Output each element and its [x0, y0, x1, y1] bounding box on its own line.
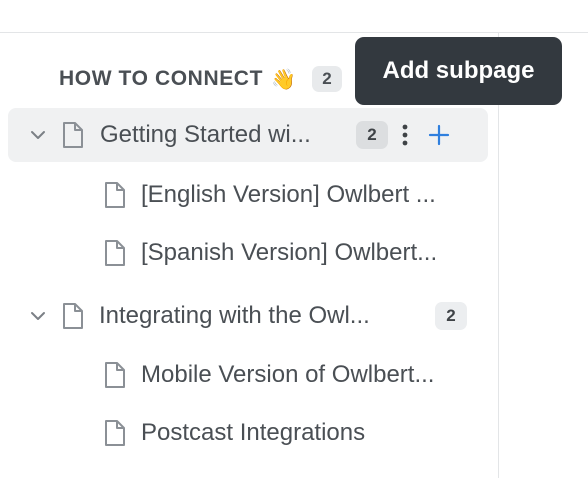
section-title: HOW TO CONNECT	[59, 67, 264, 90]
add-subpage-tooltip: Add subpage	[355, 37, 562, 105]
chevron-down-icon[interactable]	[28, 125, 48, 145]
page-icon	[102, 360, 128, 390]
page-icon	[102, 180, 128, 210]
nav-subitem-mobile[interactable]: Mobile Version of Owlbert...	[8, 348, 488, 402]
plus-icon	[428, 124, 450, 146]
nav-subitem-postcast[interactable]: Postcast Integrations	[8, 406, 488, 460]
page-icon	[60, 301, 86, 331]
nav-subitem-english[interactable]: [English Version] Owlbert ...	[8, 168, 488, 222]
nav-subitem-label: Postcast Integrations	[141, 419, 366, 446]
nav-subitem-label: [English Version] Owlbert ...	[141, 181, 436, 208]
nav-item-label: Integrating with the Owl...	[99, 302, 370, 329]
tooltip-text: Add subpage	[382, 57, 535, 84]
nav-item-count-badge: 2	[356, 121, 388, 149]
section-emoji: 👋	[271, 68, 296, 91]
nav-item-label: Getting Started wi...	[100, 121, 311, 148]
more-vertical-icon[interactable]	[398, 120, 412, 150]
page-icon	[102, 238, 128, 268]
nav-item-getting-started[interactable]: Getting Started wi... 2	[8, 108, 488, 162]
chevron-down-icon[interactable]	[28, 306, 48, 326]
page-icon	[102, 418, 128, 448]
nav-item-count-badge: 2	[435, 302, 467, 330]
nav-subitem-label: [Spanish Version] Owlbert...	[141, 239, 438, 266]
nav-subitem-spanish[interactable]: [Spanish Version] Owlbert...	[8, 226, 488, 280]
section-count-badge: 2	[311, 66, 342, 92]
nav-subitem-label: Mobile Version of Owlbert...	[141, 361, 435, 388]
nav-item-integrating[interactable]: Integrating with the Owl... 2	[8, 289, 488, 343]
add-subpage-button[interactable]	[425, 120, 453, 150]
top-divider	[0, 32, 588, 33]
page-icon	[60, 120, 86, 150]
section-header: HOW TO CONNECT 👋 2	[59, 64, 342, 94]
